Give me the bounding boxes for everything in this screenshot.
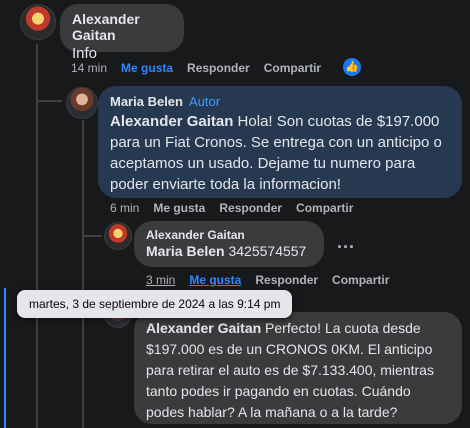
comment-bubble-highlighted: Maria Belen Autor Alexander Gaitan Hola! …: [98, 86, 462, 198]
reply-button[interactable]: Responder: [255, 273, 318, 287]
comment-author[interactable]: Maria Belen: [110, 94, 183, 109]
comment-author[interactable]: Alexander Gaitan: [146, 228, 312, 242]
active-thread-marker: [4, 288, 6, 428]
share-button[interactable]: Compartir: [332, 273, 389, 287]
timestamp-tooltip: martes, 3 de septiembre de 2024 a las 9:…: [17, 290, 293, 318]
comment-body: 3425574557: [224, 243, 307, 259]
comment-time[interactable]: 6 min: [110, 201, 139, 215]
comment-actions: 3 min Me gusta Responder Compartir: [146, 273, 403, 287]
avatar-alexander[interactable]: [20, 4, 56, 40]
author-badge: Autor: [188, 94, 221, 109]
mention-link[interactable]: Alexander Gaitan: [110, 113, 233, 130]
thumbs-up-icon[interactable]: 👍: [341, 56, 363, 78]
share-button[interactable]: Compartir: [264, 61, 321, 75]
comment-header: Maria Belen Autor: [110, 93, 450, 111]
share-button[interactable]: Compartir: [296, 201, 353, 215]
comment-text: Alexander Gaitan Hola! Son cuotas de $19…: [110, 111, 450, 195]
comment-text: Maria Belen 3425574557: [146, 242, 312, 261]
more-options-icon[interactable]: ...: [337, 232, 355, 253]
reply-button[interactable]: Responder: [187, 61, 250, 75]
comment-time[interactable]: 3 min: [146, 273, 175, 287]
comment-actions: 14 min Me gusta Responder Compartir: [71, 61, 335, 75]
comment-actions: 6 min Me gusta Responder Compartir: [110, 201, 367, 215]
reply-button[interactable]: Responder: [219, 201, 282, 215]
comment-bubble: Alexander Gaitan Info: [60, 4, 184, 62]
mention-link[interactable]: Maria Belen: [146, 243, 225, 259]
avatar-maria[interactable]: [66, 87, 98, 119]
comment-bubble: Alexander Gaitan Maria Belen 3425574557: [134, 221, 324, 267]
thread-branch: [36, 100, 62, 102]
like-button[interactable]: Me gusta: [189, 273, 241, 287]
like-button[interactable]: Me gusta: [153, 201, 205, 215]
mention-link[interactable]: Alexander Gaitan: [146, 320, 261, 336]
like-button[interactable]: Me gusta: [121, 61, 173, 75]
comment-author[interactable]: Alexander Gaitan: [72, 11, 172, 43]
comment-text: Alexander Gaitan Perfecto! La cuota desd…: [146, 318, 450, 423]
comment-time[interactable]: 14 min: [71, 61, 107, 75]
comment-bubble: Alexander Gaitan Perfecto! La cuota desd…: [134, 312, 462, 424]
thread-line-2: [82, 120, 84, 428]
thread-branch-2: [82, 235, 102, 237]
avatar-alexander[interactable]: [104, 222, 132, 250]
